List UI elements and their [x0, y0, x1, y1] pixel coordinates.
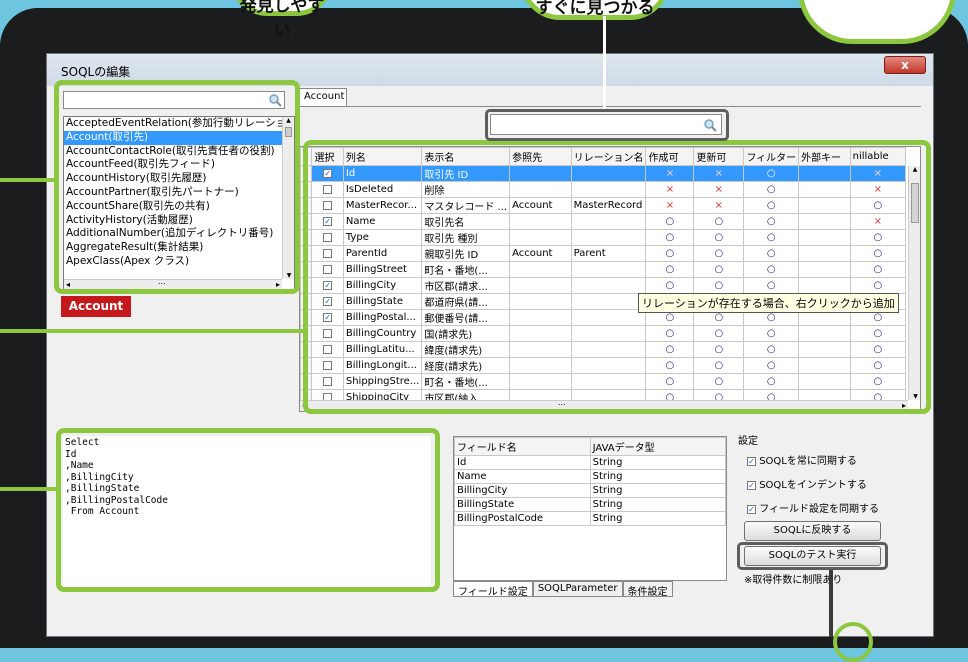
callout-right-text: すぐに見つかる: [535, 0, 655, 18]
settings-title: 設定: [738, 436, 758, 447]
java-type-cell[interactable]: String: [589, 455, 727, 470]
window-title: SOQLの編集: [61, 65, 131, 79]
tab-account[interactable]: Account: [299, 88, 347, 106]
java-type-cell[interactable]: String: [589, 511, 727, 526]
connector-grid: [0, 329, 305, 333]
connector-sql: [0, 487, 58, 491]
field-column-header[interactable]: フィールド名: [454, 437, 591, 456]
callout-left: 発見しやすい: [230, 0, 334, 41]
tab-condition-settings[interactable]: 条件設定: [622, 581, 673, 598]
checkbox-icon[interactable]: ✓: [747, 504, 756, 514]
sync-label: SOQLを常に同期する: [759, 456, 857, 467]
field-type-table: フィールド名 JAVAデータ型 Id String Name String Billing…: [454, 437, 727, 526]
table-row[interactable]: Id String: [454, 455, 727, 470]
table-row[interactable]: BillingCity String: [454, 483, 727, 498]
connector-test-button: [829, 570, 833, 637]
tab-panel-border: [299, 106, 921, 107]
java-type-cell[interactable]: String: [589, 497, 727, 512]
field-name-cell[interactable]: Name: [454, 469, 591, 484]
field-name-cell[interactable]: BillingState: [454, 497, 591, 512]
field-column-header[interactable]: JAVAデータ型: [589, 437, 727, 456]
java-type-cell[interactable]: String: [589, 469, 727, 484]
highlight-sql: [56, 428, 440, 592]
field-name-cell[interactable]: BillingCity: [454, 483, 591, 498]
highlight-field-grid: [303, 140, 931, 414]
tab-field-settings[interactable]: フィールド設定: [453, 581, 533, 598]
connector-arc: [833, 622, 873, 662]
limit-note: ※取得件数に制限あり: [744, 575, 843, 586]
indent-checkbox[interactable]: ✓ SOQLをインデントする: [747, 476, 867, 491]
checkbox-icon[interactable]: ✓: [747, 456, 756, 466]
sync-checkbox[interactable]: ✓ SOQLを常に同期する: [747, 452, 857, 467]
field-name-cell[interactable]: BillingPostalCode: [454, 511, 591, 526]
field-sync-label: フィールド設定を同期する: [759, 504, 879, 515]
close-button[interactable]: x: [884, 56, 926, 74]
field-tabs: フィールド設定 SOQLParameter 条件設定: [453, 581, 673, 598]
highlight-test-button: [737, 542, 888, 570]
table-row[interactable]: Name String: [454, 469, 727, 484]
checkbox-icon[interactable]: ✓: [747, 480, 756, 490]
java-type-cell[interactable]: String: [589, 483, 727, 498]
table-row[interactable]: BillingState String: [454, 497, 727, 512]
tab-soql-parameter[interactable]: SOQLParameter: [532, 581, 623, 597]
highlight-field-search: [485, 109, 729, 141]
connector-object-list: [0, 178, 56, 182]
indent-label: SOQLをインデントする: [759, 480, 867, 491]
field-sync-checkbox[interactable]: ✓ フィールド設定を同期する: [747, 500, 879, 515]
field-name-cell[interactable]: Id: [454, 455, 591, 470]
connector-field-search: [603, 16, 606, 109]
callout-right: すぐに見つかる: [520, 0, 670, 20]
reflect-soql-button[interactable]: SOQLに反映する: [744, 521, 881, 541]
selected-object-button[interactable]: Account: [61, 296, 131, 317]
field-settings-panel: フィールド名 JAVAデータ型 Id String Name String Billing…: [453, 436, 727, 581]
table-row[interactable]: BillingPostalCode String: [454, 511, 727, 526]
highlight-object-list: [54, 80, 300, 294]
